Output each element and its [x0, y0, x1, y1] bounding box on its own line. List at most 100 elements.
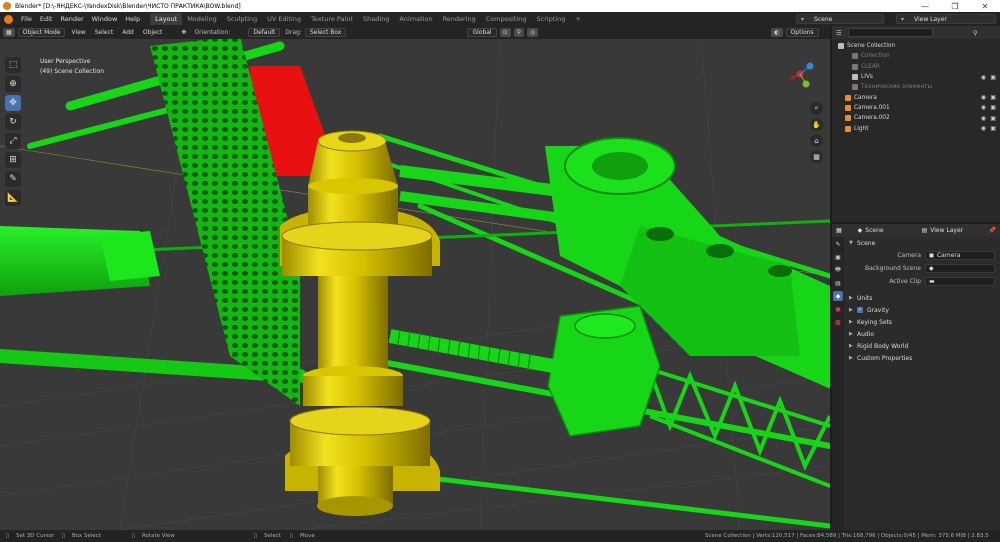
scale-tool-icon[interactable]: ⤢ [5, 133, 21, 149]
outliner-search-input[interactable] [847, 28, 933, 37]
workspace-tab-shading[interactable]: Shading [358, 13, 394, 25]
background-scene-field[interactable]: ◆ [925, 264, 995, 273]
view-layer-selector[interactable]: ▾ View Layer [896, 14, 996, 24]
outliner-item[interactable]: Light ◉ ▣ [832, 123, 1000, 133]
blender-menu-icon[interactable] [4, 14, 13, 24]
drag-selector[interactable]: Select Box [304, 28, 347, 37]
camera-field[interactable]: ◼ Camera [925, 251, 995, 260]
scene-panel-header[interactable]: ▼ Scene [845, 237, 1000, 249]
gravity-checkbox[interactable]: ✓ [857, 307, 863, 313]
outliner-item[interactable]: Технические элементы [832, 82, 1000, 92]
snap-icon[interactable]: ⚲ [513, 28, 525, 37]
workspace-tab-sculpting[interactable]: Sculpting [222, 13, 262, 25]
workspace-tab-layout[interactable]: Layout [150, 13, 183, 25]
properties-view-layer-label[interactable]: View Layer [930, 227, 963, 234]
menu-help[interactable]: Help [121, 15, 144, 23]
outliner-item[interactable]: Camera.001 ◉ ▣ [832, 103, 1000, 113]
move-tool-icon[interactable]: ✥ [5, 95, 21, 111]
workspace-tab-uv-editing[interactable]: UV Editing [262, 13, 306, 25]
visibility-eye-icon[interactable]: ◉ [981, 115, 986, 122]
workspace-tab-scripting[interactable]: Scripting [532, 13, 571, 25]
visibility-eye-icon[interactable]: ◉ [981, 104, 986, 111]
object-menu[interactable]: Object [140, 28, 166, 37]
annotate-tool-icon[interactable]: ✎ [5, 171, 21, 187]
world-tab-icon[interactable]: ● [833, 304, 843, 314]
3d-viewport[interactable]: ▦ Object Mode View Select Add Object ✥ O… [0, 26, 830, 530]
filter-icon[interactable]: ⚲ [973, 29, 978, 37]
minimize-button[interactable]: — [910, 0, 940, 12]
properties-scene-label[interactable]: Scene [865, 227, 883, 234]
collection-icon [852, 63, 858, 70]
visibility-eye-icon[interactable]: ◉ [981, 125, 986, 132]
measure-tool-icon[interactable]: 📐 [5, 190, 21, 206]
select-menu[interactable]: Select [92, 28, 117, 37]
transform-orientation-selector[interactable]: Global [467, 28, 497, 37]
background-scene-label: Background Scene [865, 265, 921, 272]
gravity-panel-header[interactable]: ▶ ✓ Gravity [845, 304, 1000, 316]
visibility-eye-icon[interactable]: ◉ [981, 74, 986, 81]
select-box-tool-icon[interactable]: ⬚ [5, 57, 21, 73]
menu-render[interactable]: Render [56, 15, 87, 23]
mode-selector[interactable]: Object Mode [17, 28, 66, 37]
pan-hand-icon[interactable]: ✋ [810, 118, 823, 131]
outliner-item[interactable]: Scene Collection [832, 41, 1000, 51]
editor-type-icon[interactable]: ▦ [3, 28, 15, 37]
outliner-type-icon[interactable]: ☰ [836, 29, 842, 37]
visibility-eye-icon[interactable]: ◉ [981, 94, 986, 101]
navigation-gizmo[interactable] [789, 62, 814, 88]
outliner-item[interactable]: CLEAR [832, 62, 1000, 72]
perspective-toggle-icon[interactable]: ▦ [810, 150, 823, 163]
render-tab-icon[interactable]: ▣ [833, 252, 843, 262]
close-button[interactable]: ✕ [970, 0, 1000, 12]
workspace-tab-compositing[interactable]: Compositing [481, 13, 532, 25]
orientation-selector[interactable]: Default [248, 28, 281, 37]
workspace-tab-texture-paint[interactable]: Texture Paint [306, 13, 358, 25]
audio-panel-header[interactable]: ▶ Audio [845, 328, 1000, 340]
scene-selector[interactable]: ▾ Scene [796, 14, 884, 24]
viewport-shading-icon[interactable]: ◐ [771, 28, 783, 37]
options-menu[interactable]: Options [785, 28, 819, 37]
render-camera-icon[interactable]: ▣ [990, 104, 996, 111]
menu-file[interactable]: File [17, 15, 36, 23]
render-camera-icon[interactable]: ▣ [990, 74, 996, 81]
tool-tab-icon[interactable]: ✎ [833, 239, 843, 249]
properties-header: ▦ ◆ Scene ▤ View Layer 📌 [832, 224, 1000, 237]
proportional-edit-icon[interactable]: ◎ [527, 28, 539, 37]
output-tab-icon[interactable]: 🖶 [833, 265, 843, 275]
menu-edit[interactable]: Edit [36, 15, 57, 23]
zoom-icon[interactable]: ⌕ [810, 102, 823, 115]
units-panel-header[interactable]: ▶ Units [845, 292, 1000, 304]
workspace-tab-rendering[interactable]: Rendering [438, 13, 481, 25]
transform-tool-icon[interactable]: ⊞ [5, 152, 21, 168]
collapse-arrow-icon: ▶ [849, 331, 853, 337]
outliner-item[interactable]: Camera ◉ ▣ [832, 92, 1000, 102]
texture-tab-icon[interactable]: ▩ [833, 317, 843, 327]
cursor-tool-icon[interactable]: ⊕ [5, 76, 21, 92]
pivot-icon[interactable]: ⊙ [499, 28, 511, 37]
view-layer-tab-icon[interactable]: ▤ [833, 278, 843, 288]
outliner-item[interactable]: LIVs ◉ ▣ [832, 72, 1000, 82]
scene-tab-icon[interactable]: ◆ [833, 291, 843, 301]
properties-type-icon[interactable]: ▦ [836, 227, 842, 234]
render-camera-icon[interactable]: ▣ [990, 125, 996, 132]
render-camera-icon[interactable]: ▣ [990, 115, 996, 122]
rotate-tool-icon[interactable]: ↻ [5, 114, 21, 130]
maximize-button[interactable]: ❐ [940, 0, 970, 12]
add-workspace-icon[interactable]: + [570, 13, 585, 25]
transform-tool-icon[interactable]: ✥ [178, 28, 189, 37]
outliner-item[interactable]: Camera.002 ◉ ▣ [832, 113, 1000, 123]
workspace-tab-animation[interactable]: Animation [394, 13, 437, 25]
outliner-item[interactable]: Collection [832, 51, 1000, 61]
menu-window[interactable]: Window [88, 15, 122, 23]
add-menu[interactable]: Add [119, 28, 137, 37]
camera-view-icon[interactable]: ⌂ [810, 134, 823, 147]
pin-icon[interactable]: 📌 [989, 227, 996, 234]
view-menu[interactable]: View [68, 28, 88, 37]
view-layer-icon: ▾ [901, 15, 905, 23]
custom-properties-panel-header[interactable]: ▶ Custom Properties [845, 352, 1000, 364]
workspace-tab-modeling[interactable]: Modeling [182, 13, 222, 25]
keying-sets-panel-header[interactable]: ▶ Keying Sets [845, 316, 1000, 328]
active-clip-field[interactable]: ▬ [925, 277, 995, 286]
rigid-body-world-panel-header[interactable]: ▶ Rigid Body World [845, 340, 1000, 352]
render-camera-icon[interactable]: ▣ [990, 94, 996, 101]
